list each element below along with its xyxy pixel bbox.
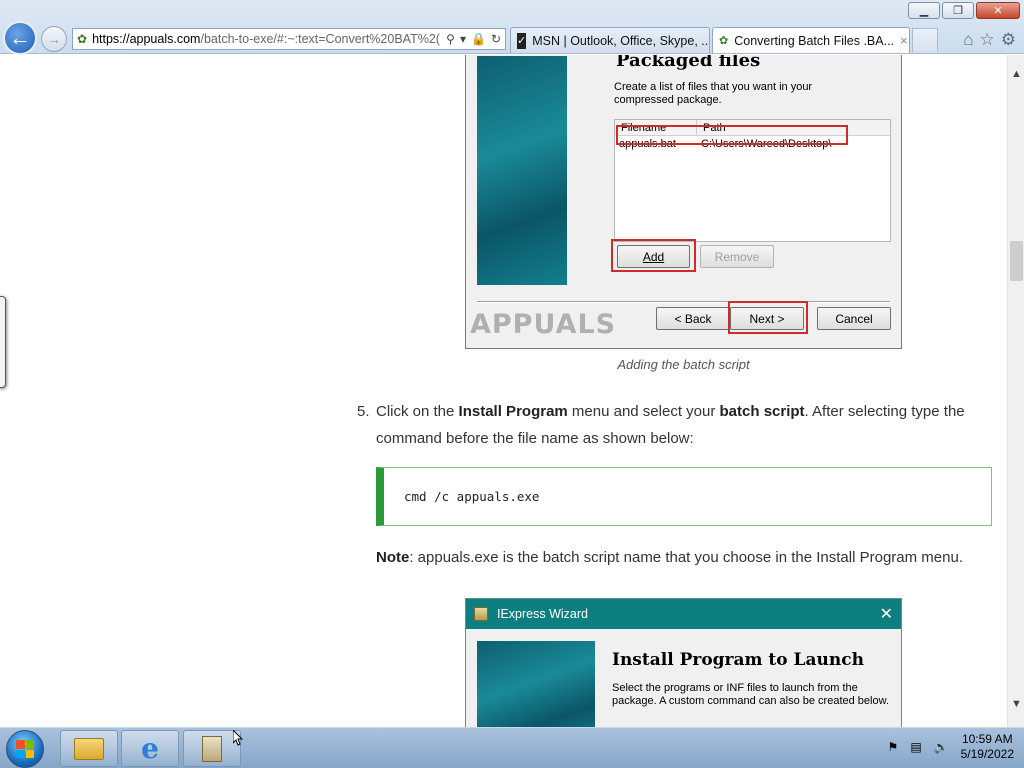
step-text: Click on the Install Program menu and se… <box>376 403 965 447</box>
remove-button: Remove <box>700 245 774 268</box>
favorites-star-icon[interactable]: ☆ <box>980 30 995 50</box>
scroll-thumb[interactable] <box>1010 241 1023 281</box>
close-window-button[interactable]: ✕ <box>976 2 1020 19</box>
back-wizard-button: < Back <box>656 307 730 330</box>
page-content: Packaged files Create a list of files th… <box>0 55 1007 727</box>
scroll-down-icon[interactable]: ▼ <box>1011 698 1022 710</box>
clock-time: 10:59 AM <box>961 732 1013 746</box>
code-block[interactable]: cmd /c appuals.exe <box>376 467 992 526</box>
highlight-box-add <box>611 239 696 272</box>
site-favicon-icon: ✿ <box>719 35 729 47</box>
browser-tools: ⌂ ☆ ⚙ <box>963 30 1016 50</box>
arrow-left-icon: ← <box>9 25 31 50</box>
iexpress-app-icon <box>474 607 488 621</box>
note-text: : appuals.exe is the batch script name t… <box>409 549 963 566</box>
close-tab-icon[interactable]: × <box>894 33 908 48</box>
taskbar: e ⚑ ▤ 🔈 10:59 AM 5/19/2022 <box>0 727 1024 768</box>
site-favicon-icon: ✿ <box>77 32 88 46</box>
minimize-button[interactable]: ▁ <box>908 2 940 19</box>
clock[interactable]: 10:59 AM 5/19/2022 <box>961 732 1014 762</box>
magnifier-icon[interactable]: ⚲ <box>446 32 455 46</box>
network-icon[interactable]: ▤ <box>910 740 921 754</box>
internet-explorer-icon: e <box>141 732 159 765</box>
mouse-cursor-icon <box>232 728 244 746</box>
maximize-button[interactable]: ❐ <box>942 2 974 19</box>
image-caption: Adding the batch script <box>617 357 750 372</box>
wizard-screenshot-packaged-files: Packaged files Create a list of files th… <box>465 55 902 349</box>
system-tray: ⚑ ▤ 🔈 10:59 AM 5/19/2022 <box>888 732 1014 762</box>
wizard-title: IExpress Wizard <box>497 607 588 621</box>
url-text[interactable]: https://appuals.com/batch-to-exe/#:~:tex… <box>92 32 441 46</box>
wizard-screenshot-install-program: IExpress Wizard ✕ Install Program to Lau… <box>465 598 902 727</box>
taskbar-ie-button[interactable]: e <box>121 730 179 767</box>
scroll-up-icon[interactable]: ▲ <box>1011 68 1022 80</box>
folder-icon <box>74 737 104 760</box>
gear-icon[interactable]: ⚙ <box>1001 30 1016 50</box>
forward-button[interactable]: → <box>41 26 67 52</box>
wizard-side-graphic <box>477 56 567 285</box>
highlight-box-file <box>616 125 848 145</box>
vertical-scrollbar[interactable]: ▲ ▼ <box>1007 55 1024 727</box>
wizard-description: Create a list of files that you want in … <box>614 81 813 106</box>
tab-msn[interactable]: ✓ MSN | Outlook, Office, Skype, ... <box>510 27 710 53</box>
wizard-heading: Install Program to Launch <box>612 650 864 670</box>
iexpress-app-icon <box>202 735 222 762</box>
step-5: 5. Click on the Install Program menu and… <box>357 398 967 452</box>
taskbar-explorer-button[interactable] <box>60 730 118 767</box>
highlight-box-next <box>728 301 808 334</box>
refresh-icon[interactable]: ↻ <box>491 32 501 46</box>
appuals-logo: APPUALS <box>470 309 617 340</box>
browser-chrome: ▁ ❐ ✕ ← → ✿ https://appuals.com/batch-to… <box>0 0 1024 55</box>
wizard-heading: Packaged files <box>616 55 761 71</box>
msn-favicon-icon: ✓ <box>517 32 527 49</box>
arrow-right-icon: → <box>47 31 61 47</box>
lock-icon[interactable]: 🔒 <box>471 32 486 46</box>
note-label: Note <box>376 549 410 566</box>
action-center-flag-icon[interactable]: ⚑ <box>888 740 899 754</box>
note-paragraph: Note: appuals.exe is the batch script na… <box>376 549 963 566</box>
close-icon: ✕ <box>879 606 893 623</box>
clock-date: 5/19/2022 <box>960 747 1014 761</box>
cancel-wizard-button: Cancel <box>817 307 891 330</box>
wizard-description: Select the programs or INF files to laun… <box>612 682 889 707</box>
address-bar[interactable]: ✿ https://appuals.com/batch-to-exe/#:~:t… <box>72 28 506 50</box>
wizard-titlebar: IExpress Wizard ✕ <box>466 599 901 629</box>
home-icon[interactable]: ⌂ <box>963 30 973 50</box>
tab-label: MSN | Outlook, Office, Skype, ... <box>532 33 710 48</box>
divider <box>477 301 890 303</box>
volume-icon[interactable]: 🔈 <box>934 740 949 754</box>
new-tab-button[interactable] <box>912 28 938 52</box>
start-button[interactable] <box>6 730 44 768</box>
windows-logo-icon <box>16 740 34 758</box>
side-panel-handle[interactable] <box>0 296 6 388</box>
tab-label: Converting Batch Files .BA... <box>734 33 895 48</box>
step-number: 5. <box>357 403 370 420</box>
window-controls: ▁ ❐ ✕ <box>908 2 1020 19</box>
wizard-side-graphic <box>477 641 595 727</box>
chevron-down-icon[interactable]: ▾ <box>460 32 466 46</box>
tab-converting-batch[interactable]: ✿ Converting Batch Files .BA... × <box>712 27 910 53</box>
back-button[interactable]: ← <box>3 21 37 55</box>
